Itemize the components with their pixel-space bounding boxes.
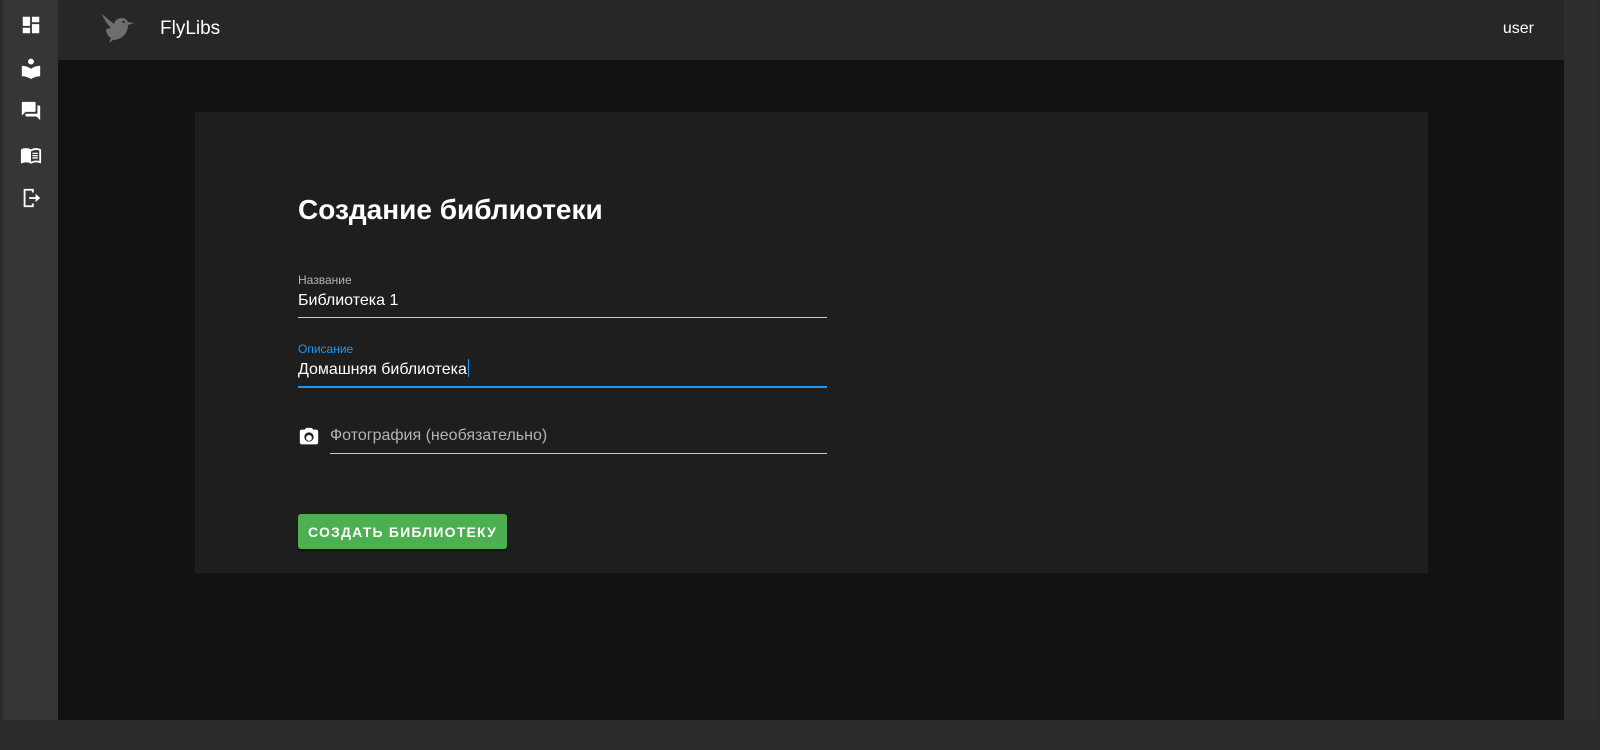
- bird-logo-icon: [100, 12, 136, 44]
- book-open-icon[interactable]: [20, 144, 42, 166]
- photo-underline: [330, 453, 827, 454]
- sidebar: [3, 0, 58, 720]
- photo-field: Фотография (необязательно): [298, 424, 827, 454]
- text-caret: [467, 359, 469, 377]
- photo-placeholder: Фотография (необязательно): [330, 427, 548, 444]
- create-library-card: Создание библиотеки Название Описание До…: [195, 112, 1428, 573]
- scrollbar[interactable]: [1564, 0, 1597, 720]
- chat-icon[interactable]: [20, 100, 42, 122]
- photo-file-input[interactable]: Фотография (необязательно): [330, 424, 827, 454]
- description-field: Описание Домашняя библиотека: [298, 342, 827, 388]
- name-underline: [298, 317, 827, 318]
- camera-icon[interactable]: [298, 426, 320, 448]
- dashboard-icon[interactable]: [20, 14, 42, 36]
- description-field-label: Описание: [298, 342, 354, 356]
- description-value: Домашняя библиотека: [298, 361, 467, 378]
- name-field-label: Название: [298, 273, 352, 287]
- reader-icon[interactable]: [20, 57, 42, 79]
- description-input[interactable]: Домашняя библиотека: [298, 358, 827, 382]
- app-title: FlyLibs: [160, 18, 221, 39]
- name-input[interactable]: [298, 289, 827, 313]
- page-title: Создание библиотеки: [298, 194, 603, 225]
- create-library-button[interactable]: СОЗДАТЬ БИБЛИОТЕКУ: [298, 514, 507, 549]
- name-field: Название: [298, 273, 827, 318]
- description-underline: [298, 386, 827, 388]
- top-app-bar: [58, 0, 1564, 60]
- user-menu[interactable]: user: [1503, 20, 1534, 38]
- horizontal-scrollbar[interactable]: [3, 720, 1597, 735]
- logout-icon[interactable]: [20, 187, 42, 209]
